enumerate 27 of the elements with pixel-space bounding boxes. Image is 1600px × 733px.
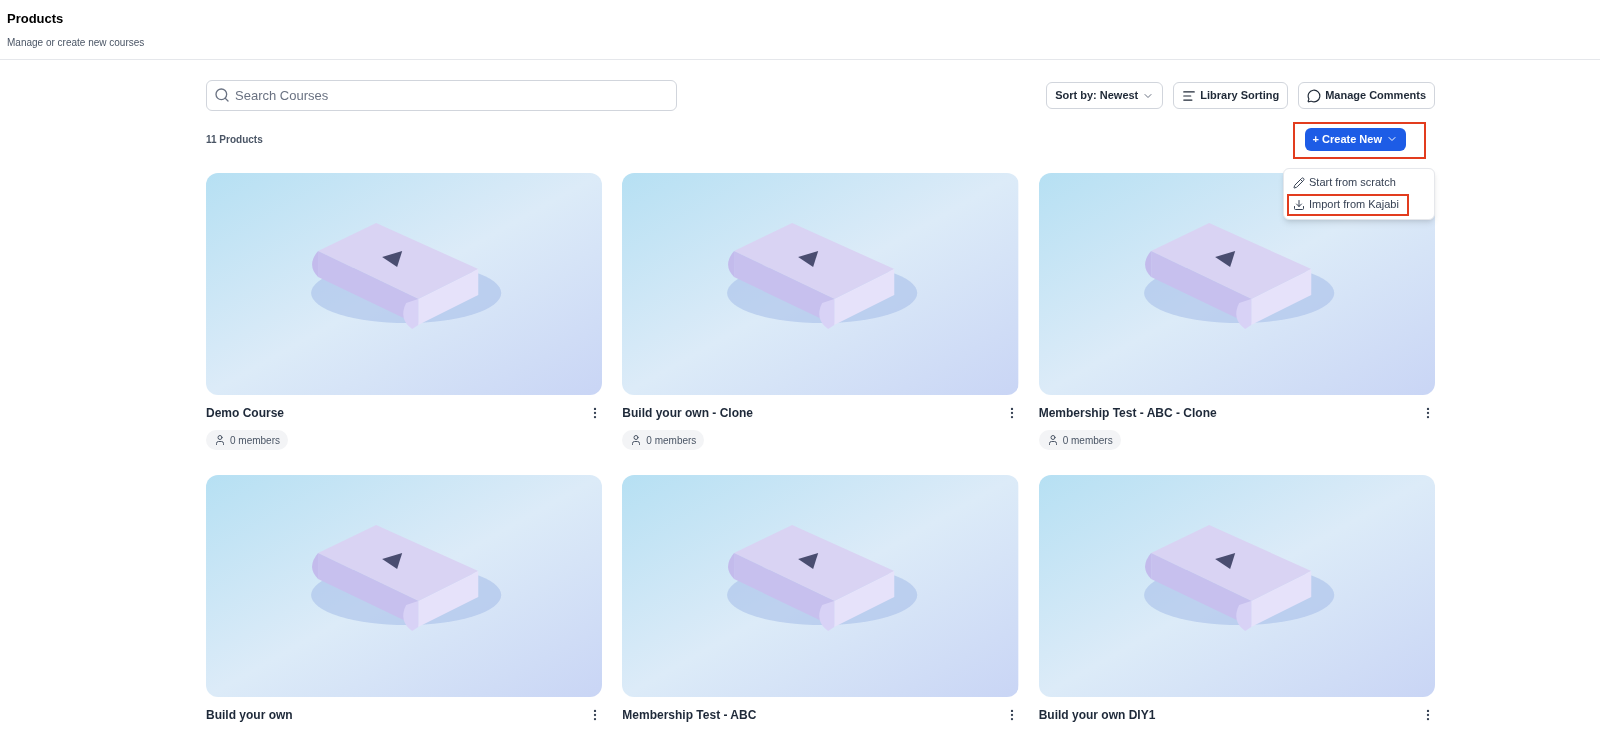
product-title[interactable]: Build your own - Clone [622, 404, 753, 422]
sort-dropdown[interactable]: Sort by: Newest [1046, 82, 1164, 109]
person-icon [630, 434, 643, 446]
members-badge: 0 members [622, 430, 705, 450]
lines-icon [1182, 88, 1197, 103]
page-subtitle: Manage or create new courses [7, 35, 146, 50]
person-icon [214, 434, 226, 446]
toolbar-button[interactable]: Manage Comments [1298, 82, 1435, 109]
speech-bubble-icon [1307, 88, 1322, 103]
product-title[interactable]: Membership Test - ABC - Clone [1038, 404, 1217, 422]
members-badge: 0 members [1038, 430, 1121, 450]
members-badge: 0 members [206, 430, 288, 450]
person-icon [1046, 434, 1059, 446]
search-field[interactable]: Search Courses [206, 80, 677, 111]
download-icon [1293, 198, 1305, 211]
page-title: Products [7, 10, 65, 28]
pencil-icon [1293, 176, 1305, 189]
menu-item[interactable]: Start from scratch [1287, 171, 1431, 194]
toolbar-button[interactable]: Library Sorting [1173, 82, 1289, 109]
product-title[interactable]: Demo Course [206, 404, 285, 422]
product-title[interactable]: Membership Test - ABC [622, 706, 757, 724]
product-count: 11 Products [206, 132, 263, 147]
create-new-button[interactable]: + Create New [1304, 127, 1406, 151]
search-icon [214, 87, 230, 103]
product-title[interactable]: Build your own [206, 706, 293, 724]
product-title[interactable]: Build your own DIY1 [1038, 706, 1156, 724]
menu-item[interactable]: Import from Kajabi [1287, 193, 1409, 216]
